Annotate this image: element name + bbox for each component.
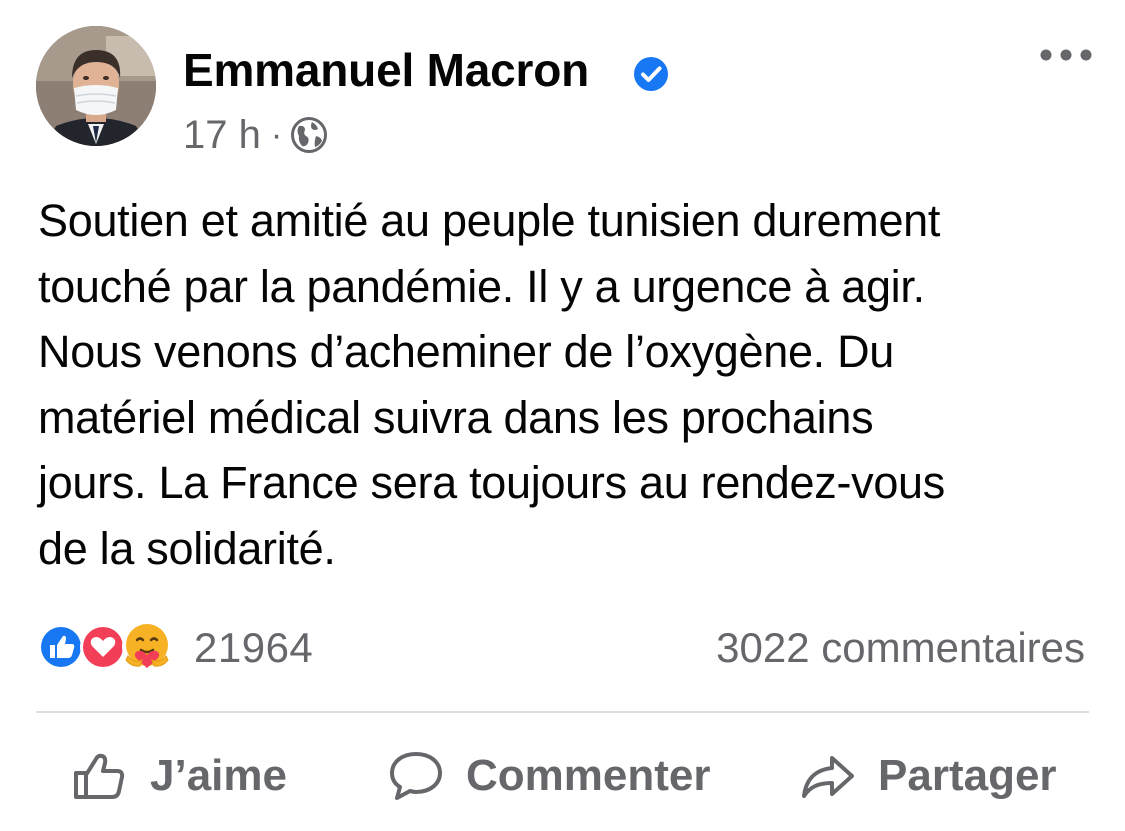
post-text: Soutien et amitié au peuple tunisien dur…	[38, 195, 945, 574]
more-options-icon[interactable]	[1040, 44, 1092, 66]
meta-separator: ·	[270, 115, 283, 154]
reaction-count: 21964	[194, 624, 314, 671]
reaction-icons	[36, 620, 186, 676]
share-arrow-icon	[802, 756, 854, 798]
actions-divider	[36, 711, 1089, 713]
author-name[interactable]: Emmanuel Macron	[183, 42, 589, 98]
post-meta: 17 h ·	[183, 112, 328, 158]
post-timestamp[interactable]: 17 h	[183, 113, 261, 158]
facebook-post: Emmanuel Macron 17 h · Soutien et amitié…	[0, 0, 1125, 831]
thumbs-up-icon	[74, 753, 125, 799]
comment-label: Commenter	[466, 751, 711, 800]
reactions-summary[interactable]: 21964	[36, 620, 313, 676]
like-label: J’aime	[150, 751, 287, 800]
avatar-photo	[36, 26, 156, 146]
comment-bubble-icon	[390, 752, 442, 800]
care-icon	[122, 622, 172, 672]
comment-count-link[interactable]: 3022 commentaires	[716, 620, 1085, 676]
globe-icon	[291, 117, 328, 153]
verified-badge-icon	[634, 57, 668, 91]
post-actions-bar: J’aime Commenter Partager	[0, 738, 1125, 814]
share-button[interactable]: Partager	[800, 738, 1057, 814]
share-label: Partager	[878, 751, 1057, 800]
author-avatar[interactable]	[36, 26, 156, 146]
like-button[interactable]: J’aime	[72, 738, 287, 814]
comment-button[interactable]: Commenter	[388, 738, 711, 814]
